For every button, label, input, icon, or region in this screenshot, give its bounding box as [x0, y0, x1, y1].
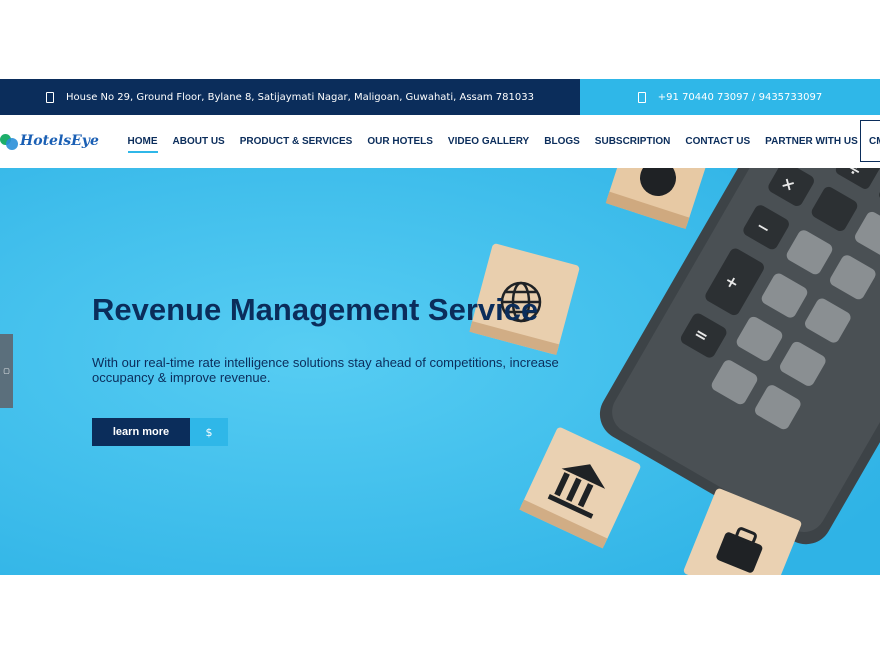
nav-item-video-gallery[interactable]: VIDEO GALLERY — [448, 136, 529, 147]
nav-menu: HOME ABOUT US PRODUCT & SERVICES OUR HOT… — [120, 115, 865, 168]
phone-icon — [637, 91, 646, 103]
nav-item-subscription[interactable]: SUBSCRIPTION — [595, 136, 671, 147]
logo-mark-icon — [0, 131, 18, 151]
nav-item-our-hotels[interactable]: OUR HOTELS — [367, 136, 433, 147]
nav-item-product-services[interactable]: PRODUCT & SERVICES — [240, 136, 353, 147]
nav-item-partner-with-us[interactable]: PARTNER WITH US — [765, 136, 858, 147]
dollar-icon[interactable]: $ — [190, 418, 228, 446]
side-tab[interactable]: ▢ — [0, 334, 13, 408]
nav-item-about-us[interactable]: ABOUT US — [173, 136, 225, 147]
phone-text[interactable]: +91 70440 73097 / 9435733097 — [658, 92, 822, 103]
phone-bar[interactable]: +91 70440 73097 / 9435733097 — [580, 79, 880, 115]
logo-text: HotelsEye — [20, 133, 99, 149]
map-marker-icon — [46, 91, 55, 103]
address-text: House No 29, Ground Floor, Bylane 8, Sat… — [66, 91, 534, 103]
brand-logo[interactable]: HotelsEye — [0, 127, 104, 155]
hero-title: Revenue Management Service — [92, 292, 539, 327]
main-navbar: HotelsEye HOME ABOUT US PRODUCT & SERVIC… — [0, 115, 880, 168]
cm-button[interactable]: CM — [860, 120, 880, 162]
hero-banner: UM ÷ × − + = — [0, 168, 880, 575]
address-bar: House No 29, Ground Floor, Bylane 8, Sat… — [0, 79, 580, 115]
nav-item-contact-us[interactable]: CONTACT US — [685, 136, 750, 147]
hero-subtitle: With our real-time rate intelligence sol… — [92, 355, 559, 385]
learn-more-label[interactable]: learn more — [92, 418, 190, 446]
learn-more-button[interactable]: learn more $ — [92, 418, 228, 446]
nav-item-blogs[interactable]: BLOGS — [544, 136, 580, 147]
top-bar: House No 29, Ground Floor, Bylane 8, Sat… — [0, 79, 880, 115]
nav-item-home[interactable]: HOME — [127, 136, 158, 153]
side-tab-icon: ▢ — [3, 367, 10, 375]
